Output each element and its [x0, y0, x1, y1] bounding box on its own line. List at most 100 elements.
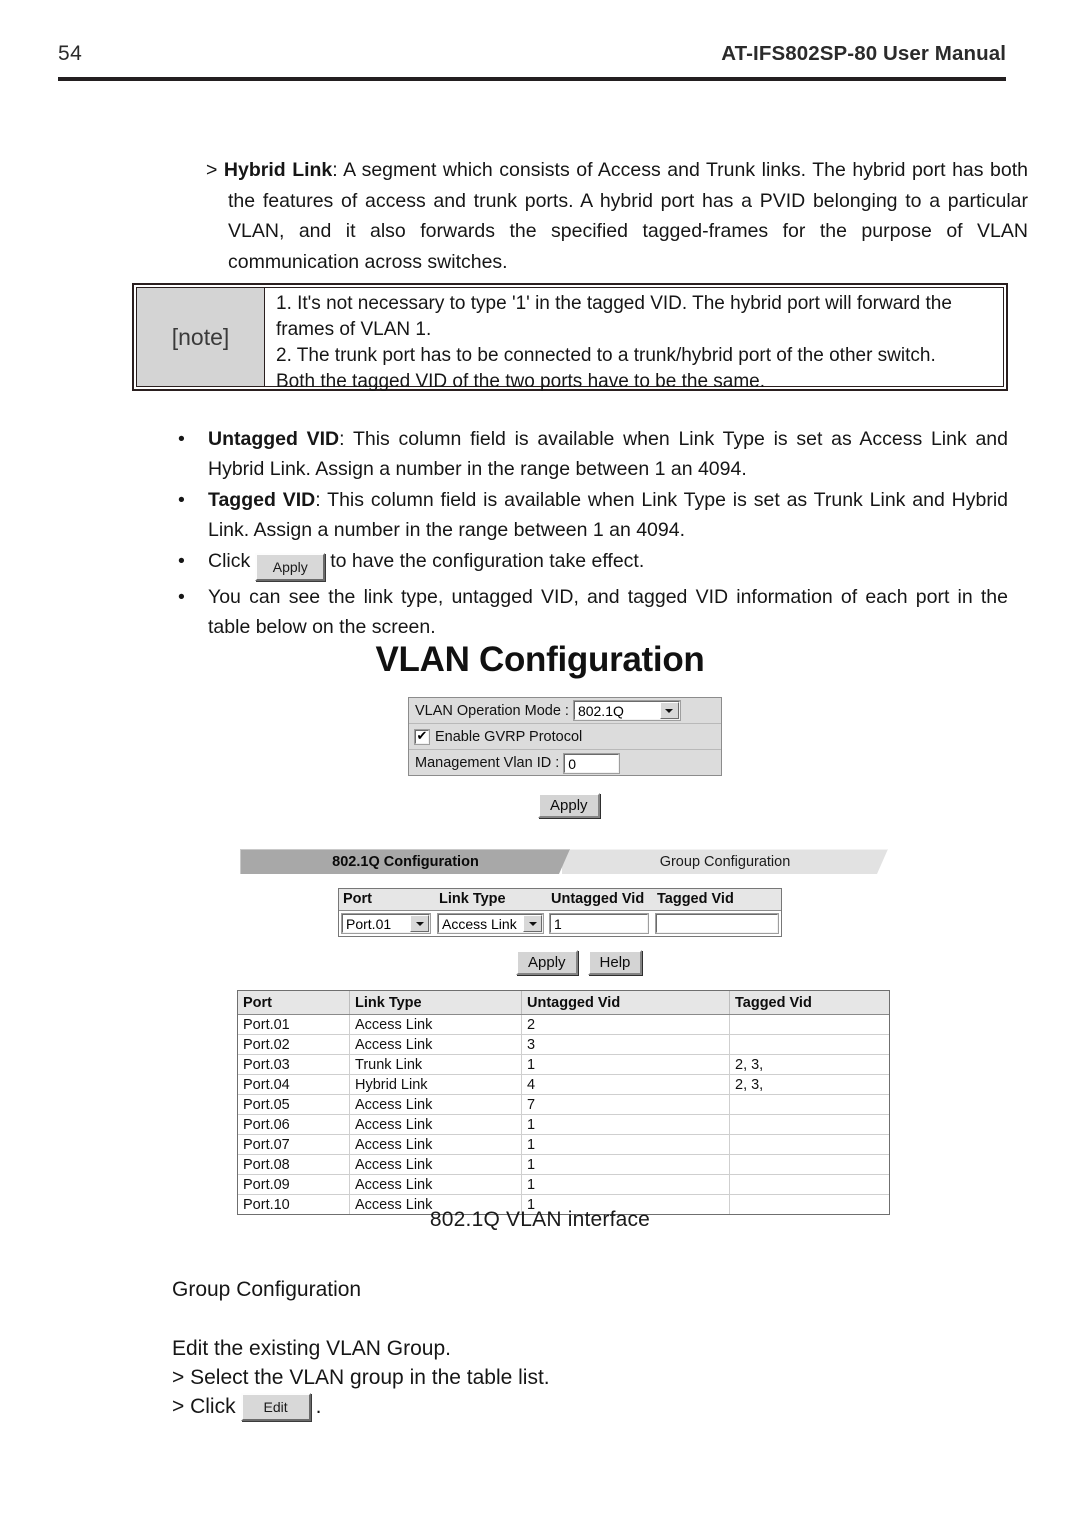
chevron-down-icon[interactable] — [523, 915, 542, 932]
cell-untagged: 1 — [521, 1134, 730, 1155]
click-edit-prefix: > Click — [172, 1395, 236, 1418]
bullet-table-info: • You can see the link type, untagged VI… — [164, 582, 1008, 642]
cell-port: Port.03 — [238, 1054, 350, 1075]
mgmt-vlan-input[interactable]: 0 — [563, 752, 621, 774]
untagged-vid-input[interactable]: 1 — [549, 913, 649, 934]
form-header-port: Port — [343, 891, 372, 907]
cell-link: Trunk Link — [349, 1054, 522, 1075]
table-row[interactable]: Port.08 Access Link 1 — [238, 1154, 889, 1175]
table-header-link: Link Type — [349, 991, 522, 1015]
form-cell-tagged — [653, 913, 781, 934]
note-content: 1. It's not necessary to type '1' in the… — [265, 288, 1003, 392]
enable-gvrp-checkbox[interactable]: ✔ — [414, 728, 430, 745]
table-row[interactable]: Port.04 Hybrid Link 4 2, 3, — [238, 1074, 889, 1095]
form-cell-untagged: 1 — [547, 913, 653, 934]
manual-title: AT-IFS802SP-80 User Manual — [721, 42, 1006, 65]
cell-untagged: 7 — [521, 1094, 730, 1115]
form-header-tagged: Tagged Vid — [657, 891, 734, 907]
table-header-port: Port — [238, 991, 350, 1015]
cell-link: Access Link — [349, 1094, 522, 1115]
form-help-button[interactable]: Help — [587, 950, 643, 975]
tagged-vid-input[interactable] — [655, 913, 779, 934]
page-header: 54 AT-IFS802SP-80 User Manual — [58, 42, 1006, 76]
cell-tagged — [729, 1034, 889, 1055]
cell-untagged: 4 — [521, 1074, 730, 1095]
table-row[interactable]: Port.03 Trunk Link 1 2, 3, — [238, 1054, 889, 1075]
mgmt-vlan-label: Management Vlan ID : — [415, 755, 560, 771]
hybrid-link-term: Hybrid Link — [223, 159, 333, 181]
table-header-row: Port Link Type Untagged Vid Tagged Vid — [238, 991, 889, 1015]
port-select[interactable]: Port.01 — [341, 913, 431, 934]
cell-link: Access Link — [349, 1114, 522, 1135]
header-divider — [58, 77, 1006, 81]
table-header-tagged: Tagged Vid — [729, 991, 889, 1015]
form-apply-button[interactable]: Apply — [516, 950, 578, 975]
click-edit-suffix: . — [315, 1395, 322, 1418]
cell-port: Port.02 — [238, 1034, 350, 1055]
apply-button-inline[interactable]: Apply — [255, 553, 326, 581]
table-row[interactable]: Port.06 Access Link 1 — [238, 1114, 889, 1135]
cell-tagged — [729, 1014, 889, 1035]
cell-untagged: 1 — [521, 1154, 730, 1175]
panel-apply-button[interactable]: Apply — [538, 793, 600, 818]
table-row[interactable]: Port.09 Access Link 1 — [238, 1174, 889, 1195]
form-cell-port: Port.01 — [339, 913, 435, 934]
port-edit-form: Port Link Type Untagged Vid Tagged Vid P… — [338, 888, 782, 937]
cell-tagged: 2, 3, — [729, 1074, 889, 1095]
table-row[interactable]: Port.05 Access Link 7 — [238, 1094, 889, 1115]
note-line: Both the tagged VID of the two ports hav… — [276, 371, 766, 392]
cell-port: Port.09 — [238, 1174, 350, 1195]
cell-tagged — [729, 1114, 889, 1135]
operation-mode-row: VLAN Operation Mode : 802.1Q — [409, 698, 721, 724]
table-row[interactable]: Port.07 Access Link 1 — [238, 1134, 889, 1155]
vlan-port-table: Port Link Type Untagged Vid Tagged Vid P… — [237, 990, 890, 1215]
group-configuration-section: Group Configuration Edit the existing VL… — [172, 1275, 872, 1421]
tagged-vid-body: : This column field is available when Li… — [208, 489, 1008, 541]
cell-port: Port.04 — [238, 1074, 350, 1095]
bullet-dot-icon: • — [178, 489, 185, 511]
bullet-click-apply: • Click Apply to have the configuration ta… — [164, 546, 1008, 581]
cell-link: Access Link — [349, 1174, 522, 1195]
tab-group-configuration[interactable]: Group Configuration — [562, 849, 888, 874]
cell-untagged: 2 — [521, 1014, 730, 1035]
form-button-group: Apply Help — [516, 950, 643, 975]
cell-tagged — [729, 1154, 889, 1175]
form-header-link-type: Link Type — [439, 891, 506, 907]
table-row[interactable]: Port.01 Access Link 2 — [238, 1014, 889, 1035]
tab-8021q-configuration[interactable]: 802.1Q Configuration — [240, 849, 570, 874]
cell-port: Port.01 — [238, 1014, 350, 1035]
port-select-value: Port.01 — [346, 915, 392, 932]
vlan-settings-panel: VLAN Operation Mode : 802.1Q ✔ Enable GV… — [408, 697, 722, 776]
cell-port: Port.07 — [238, 1134, 350, 1155]
hybrid-link-marker: > — [206, 159, 218, 181]
note-line: frames of VLAN 1. — [276, 319, 432, 340]
operation-mode-select[interactable]: 802.1Q — [572, 700, 681, 721]
note-line: 1. It's not necessary to type '1' in the… — [276, 293, 952, 314]
cell-tagged — [729, 1094, 889, 1115]
table-row[interactable]: Port.02 Access Link 3 — [238, 1034, 889, 1055]
configuration-tabbar: Group Configuration 802.1Q Configuration — [240, 849, 888, 874]
hybrid-link-body: : A segment which consists of Access and… — [228, 159, 1028, 273]
cell-link: Access Link — [349, 1014, 522, 1035]
chevron-down-icon[interactable] — [659, 702, 679, 719]
hybrid-link-paragraph: > Hybrid Link: A segment which consists … — [206, 155, 1028, 277]
table-body: Port.01 Access Link 2 Port.02 Access Lin… — [238, 1014, 889, 1214]
bullet-dot-icon: • — [178, 428, 185, 450]
closing-line-click: > Click Edit. — [172, 1392, 872, 1421]
cell-link: Access Link — [349, 1034, 522, 1055]
table-info-text: You can see the link type, untagged VID,… — [208, 586, 1008, 638]
closing-line-edit: Edit the existing VLAN Group. — [172, 1337, 451, 1360]
operation-mode-value: 802.1Q — [577, 702, 624, 719]
tagged-vid-term: Tagged VID — [208, 489, 316, 511]
click-apply-suffix: to have the configuration take effect. — [330, 550, 645, 572]
link-type-select[interactable]: Access Link — [437, 913, 544, 934]
note-box: [note] 1. It's not necessary to type '1'… — [132, 283, 1008, 392]
chevron-down-icon[interactable] — [410, 915, 429, 932]
cell-link: Access Link — [349, 1154, 522, 1175]
cell-tagged — [729, 1174, 889, 1195]
edit-button-inline[interactable]: Edit — [240, 1392, 311, 1421]
cell-untagged: 1 — [521, 1054, 730, 1075]
closing-line-select: > Select the VLAN group in the table lis… — [172, 1366, 550, 1389]
group-configuration-heading: Group Configuration — [172, 1278, 362, 1301]
bullet-dot-icon: • — [178, 550, 185, 572]
